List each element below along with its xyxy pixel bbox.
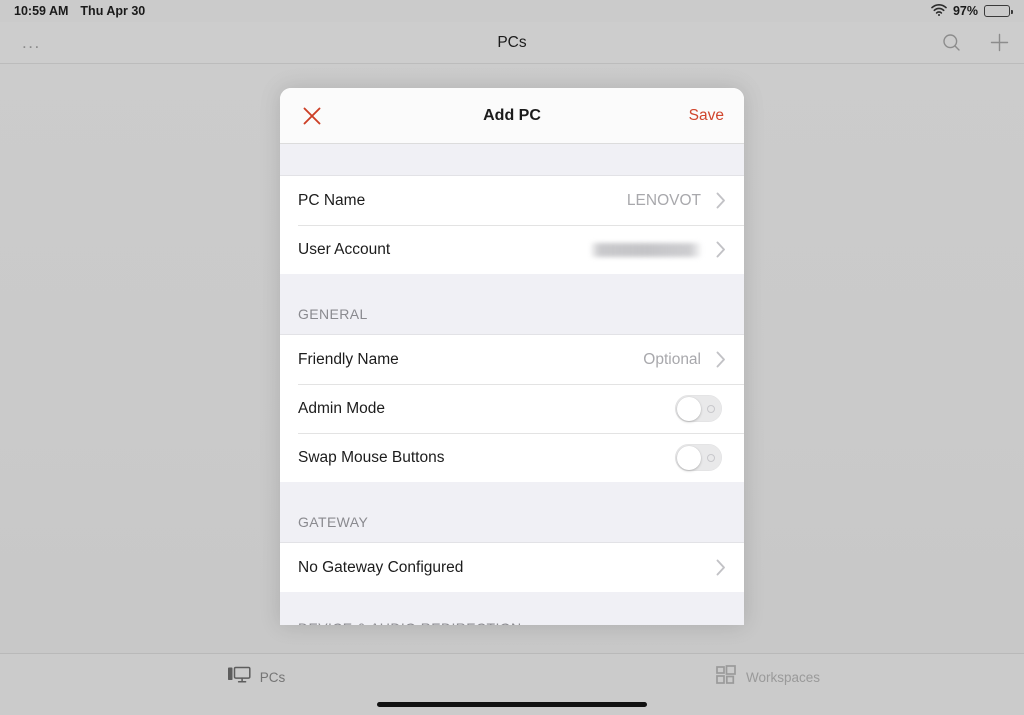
row-label: Admin Mode [298,399,386,417]
row-pc-name[interactable]: PC Name LENOVOT [280,176,744,225]
chevron-right-icon [715,241,726,259]
row-admin-mode[interactable]: Admin Mode [280,384,744,433]
nav-bar: ... PCs [0,22,1024,64]
sheet-top-spacer [280,144,744,176]
row-label: Friendly Name [298,350,399,368]
row-label: Swap Mouse Buttons [298,448,445,466]
sheet-title: Add PC [483,106,541,124]
ipad-screen: 10:59 AM Thu Apr 30 97% ... PCs Add PC S… [0,0,1024,715]
sheet-header: Add PC Save [280,88,744,144]
toggle-off-indicator [707,453,715,462]
nav-actions [940,32,1010,54]
sheet-body[interactable]: PC Name LENOVOT User Account GENERAL Fri… [280,144,744,625]
wifi-icon [931,3,947,19]
plus-icon[interactable] [988,32,1010,54]
redacted-value [591,242,701,257]
swap-mouse-buttons-toggle[interactable] [675,444,722,471]
status-date: Thu Apr 30 [80,4,146,18]
add-pc-sheet: Add PC Save PC Name LENOVOT User Account [280,88,744,625]
tab-bar: PCs Workspaces [0,653,1024,715]
section-header-gateway: GATEWAY [280,482,744,543]
save-button[interactable]: Save [689,107,724,125]
row-label: No Gateway Configured [298,558,464,576]
battery-percent: 97% [952,4,978,18]
row-user-account[interactable]: User Account [280,225,744,274]
row-gateway[interactable]: No Gateway Configured [280,543,744,592]
search-icon[interactable] [940,32,962,54]
tab-label: Workspaces [745,670,821,685]
admin-mode-toggle[interactable] [675,395,722,422]
section-account-rows: PC Name LENOVOT User Account [280,176,744,274]
section-header-general: GENERAL [280,274,744,335]
row-label: PC Name [298,191,366,209]
toggle-off-indicator [707,404,715,413]
chevron-right-icon [715,559,726,577]
status-bar-left: 10:59 AM Thu Apr 30 [14,4,145,18]
section-gateway-rows: No Gateway Configured [280,543,744,592]
row-label: User Account [298,240,391,258]
status-time: 10:59 AM [14,4,69,18]
chevron-right-icon [715,192,726,210]
tab-label: PCs [259,670,286,685]
toggle-knob [676,396,701,421]
row-swap-mouse-buttons[interactable]: Swap Mouse Buttons [280,433,744,482]
battery-icon [984,5,1013,17]
row-friendly-name[interactable]: Friendly Name Optional [280,335,744,384]
row-value: LENOVOT [626,191,701,209]
home-indicator[interactable] [377,702,647,707]
page-title: PCs [497,33,527,51]
row-value-placeholder: Optional [643,350,701,368]
status-bar-right: 97% [931,3,1013,19]
workspaces-grid-icon [716,664,737,691]
section-general-rows: Friendly Name Optional Admin Mode Swap M… [280,335,744,482]
toggle-knob [676,445,701,470]
desktop-pc-icon [227,665,251,690]
chevron-right-icon [715,351,726,369]
section-header-device-audio-redirection: DEVICE & AUDIO REDIRECTION [280,592,744,625]
status-bar: 10:59 AM Thu Apr 30 97% [0,0,1024,22]
